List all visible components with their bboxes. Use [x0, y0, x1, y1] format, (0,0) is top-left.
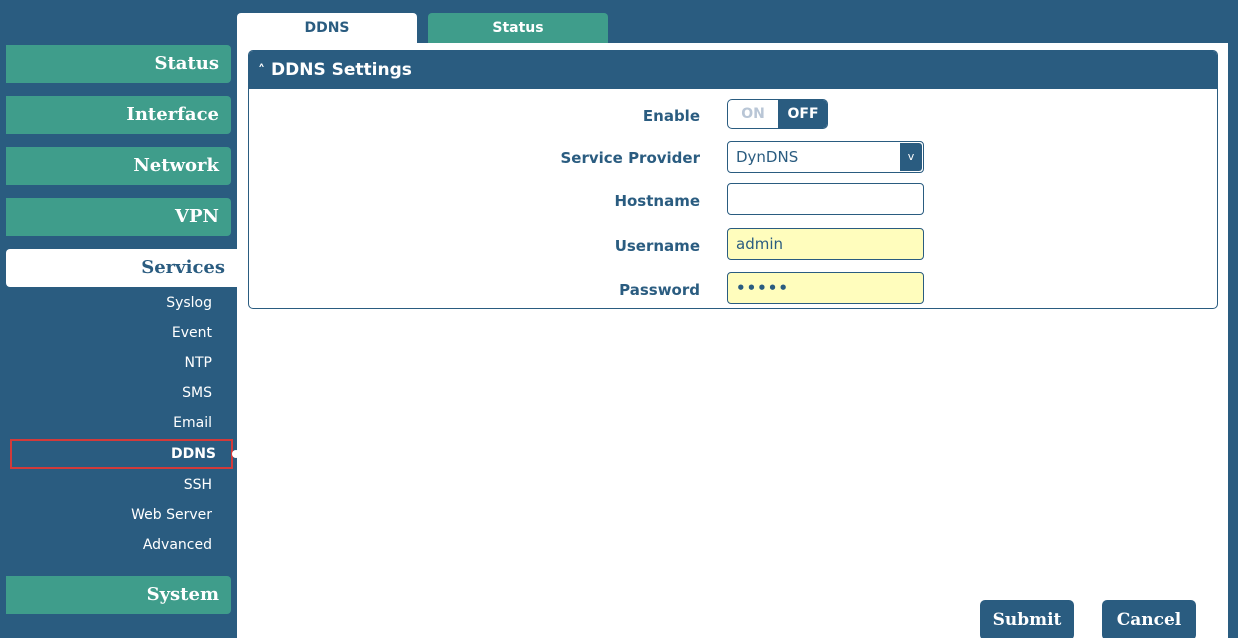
- sidebar-item-email[interactable]: Email: [0, 408, 237, 438]
- toggle-on-option[interactable]: ON: [728, 100, 778, 128]
- nav-interface[interactable]: Interface: [6, 96, 231, 134]
- right-border: [1228, 0, 1238, 638]
- password-input[interactable]: •••••: [727, 272, 924, 304]
- enable-label: Enable: [642, 107, 700, 125]
- sidebar-item-sms[interactable]: SMS: [0, 378, 237, 408]
- hostname-label: Hostname: [614, 192, 700, 210]
- sidebar: Status Interface Network VPN Services Sy…: [0, 0, 240, 638]
- panel-header[interactable]: ˄ DDNS Settings: [249, 51, 1217, 89]
- enable-toggle[interactable]: ON OFF: [727, 99, 828, 129]
- sidebar-item-ssh[interactable]: SSH: [0, 470, 237, 500]
- nav-vpn[interactable]: VPN: [6, 198, 231, 236]
- panel-title: DDNS Settings: [271, 60, 412, 80]
- service-provider-label: Service Provider: [560, 149, 700, 167]
- tab-status[interactable]: Status: [428, 13, 608, 43]
- nav-network[interactable]: Network: [6, 147, 231, 185]
- service-provider-value: DynDNS: [736, 148, 799, 166]
- main-content: ˄ DDNS Settings Enable ON OFF Service Pro…: [237, 43, 1228, 638]
- username-label: Username: [614, 237, 700, 255]
- chevron-up-icon: ˄: [258, 63, 265, 79]
- hostname-input[interactable]: [727, 183, 924, 215]
- nav-status[interactable]: Status: [6, 45, 231, 83]
- sidebar-item-advanced[interactable]: Advanced: [0, 530, 237, 560]
- sidebar-item-ddns[interactable]: DDNS: [10, 439, 240, 469]
- nav-system[interactable]: System: [6, 576, 231, 614]
- submit-button[interactable]: Submit: [980, 600, 1074, 638]
- service-provider-select[interactable]: DynDNS v: [727, 141, 924, 173]
- toggle-off-option[interactable]: OFF: [778, 100, 827, 128]
- tab-ddns[interactable]: DDNS: [237, 13, 417, 43]
- cancel-button[interactable]: Cancel: [1102, 600, 1196, 638]
- username-input[interactable]: admin: [727, 228, 924, 260]
- sidebar-item-web-server[interactable]: Web Server: [0, 500, 237, 530]
- nav-services[interactable]: Services: [6, 249, 237, 287]
- sidebar-item-ddns-label: DDNS: [170, 446, 216, 462]
- password-label: Password: [619, 281, 700, 299]
- chevron-down-icon[interactable]: v: [900, 143, 922, 171]
- ddns-settings-panel: ˄ DDNS Settings Enable ON OFF Service Pro…: [248, 50, 1218, 309]
- sidebar-item-ntp[interactable]: NTP: [0, 348, 237, 378]
- sidebar-item-syslog[interactable]: Syslog: [0, 288, 237, 318]
- top-tab-bar: DDNS Status: [237, 0, 1238, 43]
- sidebar-item-event[interactable]: Event: [0, 318, 237, 348]
